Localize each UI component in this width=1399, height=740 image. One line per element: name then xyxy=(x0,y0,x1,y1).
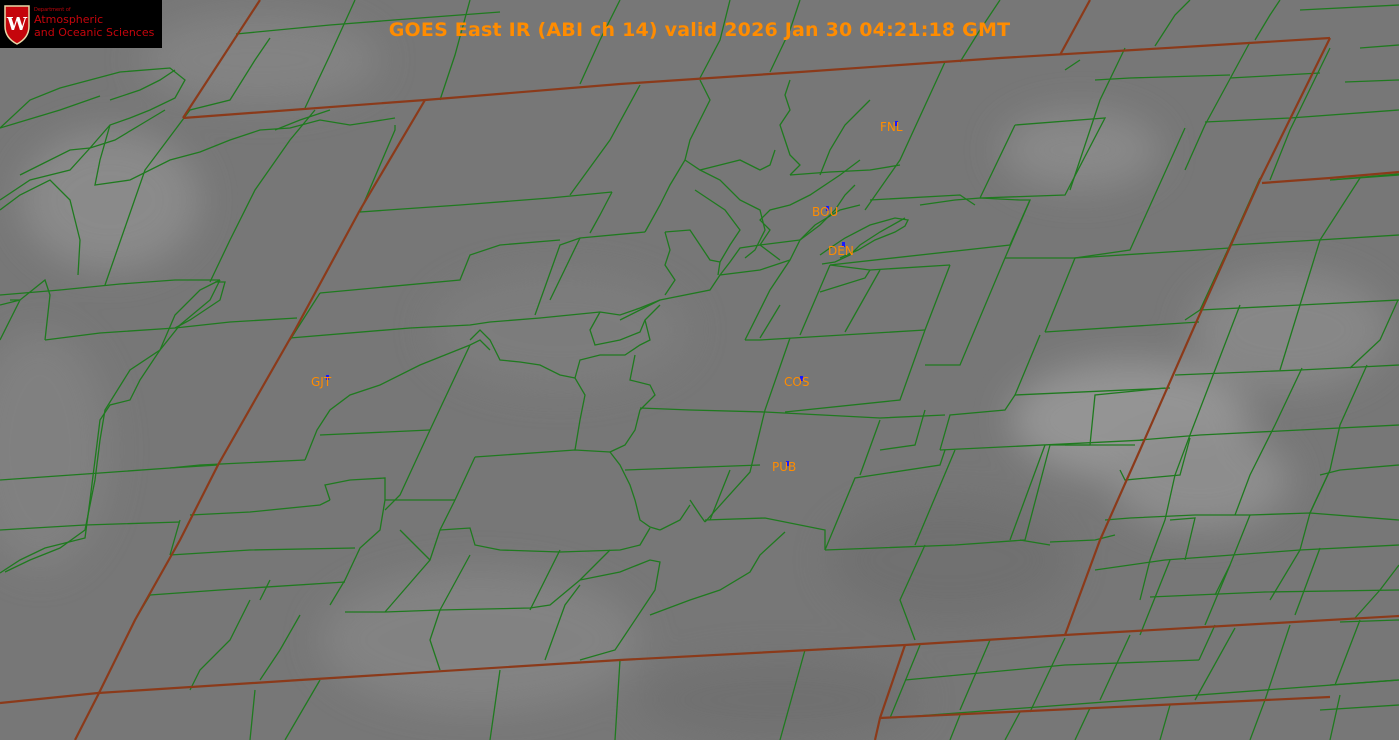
station-pub: PUB xyxy=(772,460,796,474)
station-gjt: GJT xyxy=(311,375,332,389)
station-gjt-label: GJT xyxy=(311,375,332,389)
map-title: GOES East IR (ABI ch 14) valid 2026 Jan … xyxy=(388,19,1011,41)
station-bou-label: BOU xyxy=(812,205,838,219)
station-cos: COS xyxy=(784,375,809,389)
station-pub-label: PUB xyxy=(772,460,796,474)
station-den-label: DEN xyxy=(828,244,854,258)
satellite-map: FNL BOU DEN GJT COS PUB xyxy=(0,0,1399,740)
station-bou: BOU xyxy=(812,205,838,219)
station-fnl: FNL xyxy=(880,120,903,134)
station-cos-label: COS xyxy=(784,375,809,389)
station-den: DEN xyxy=(828,242,854,258)
station-fnl-label: FNL xyxy=(880,120,903,134)
